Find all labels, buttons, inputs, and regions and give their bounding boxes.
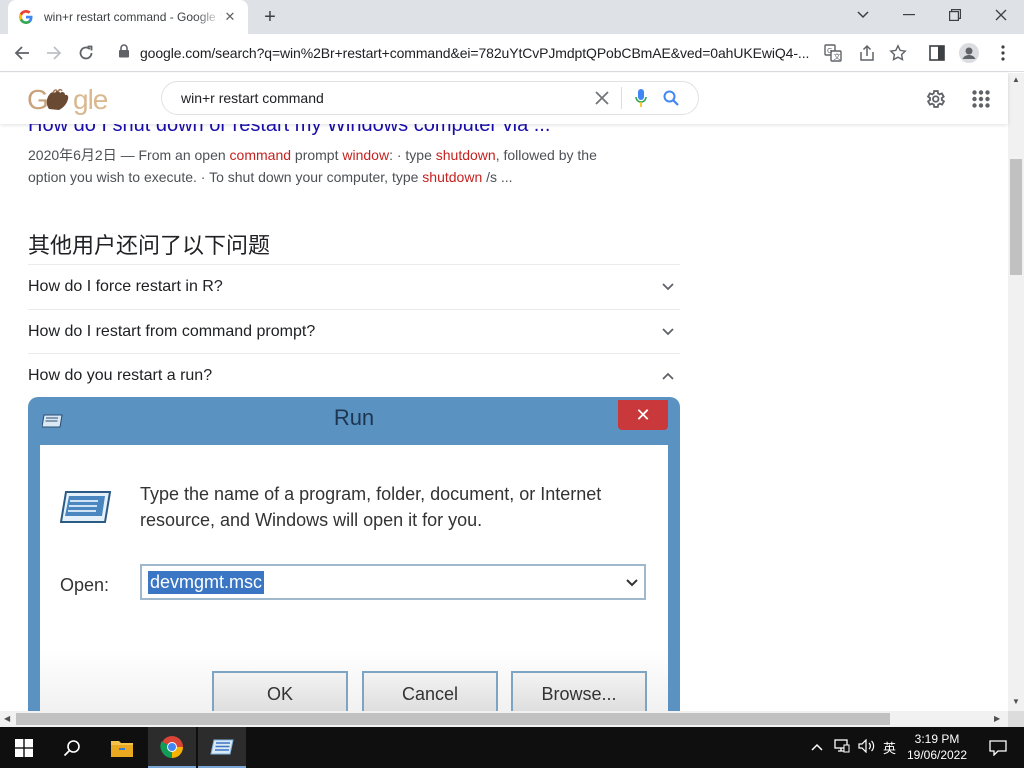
paa-question[interactable]: How do I restart from command prompt? [28, 309, 680, 353]
close-window-icon[interactable] [978, 0, 1024, 30]
clear-search-icon[interactable] [587, 83, 617, 113]
run-browse-button: Browse... [511, 671, 647, 711]
google-apps-grid-icon[interactable] [968, 86, 994, 112]
run-dialog-title: Run [333, 405, 375, 430]
tab-title: win+r restart command - Google Search [44, 10, 222, 24]
reload-icon[interactable] [73, 40, 99, 66]
paa-question[interactable]: How do I force restart in R? [28, 264, 680, 308]
chrome-menu-icon[interactable] [990, 40, 1016, 66]
lock-icon[interactable] [118, 43, 130, 63]
result-date: 2020年6月2日 [28, 147, 117, 163]
google-favicon-icon [18, 9, 34, 25]
url-text: google.com/search?q=win%2Br+restart+comm… [140, 45, 810, 61]
horizontal-scrollbar[interactable]: ◀ ▶ [0, 711, 1008, 727]
run-dialog-image[interactable]: Run ✕ Type the name of a program, folder… [28, 397, 680, 711]
scroll-right-arrow-icon[interactable]: ▶ [994, 714, 1000, 723]
translate-icon[interactable]: G文 [820, 40, 846, 66]
scrollbar-corner [1008, 711, 1024, 727]
run-dialog-body: Type the name of a program, folder, docu… [40, 445, 668, 711]
volume-icon[interactable] [858, 738, 876, 756]
taskbar-search-icon[interactable] [48, 727, 96, 768]
svg-text:文: 文 [834, 52, 841, 61]
chrome-taskbar-icon[interactable] [148, 727, 196, 768]
snippet-emphasis: shutdown [435, 147, 496, 163]
tab-close-icon[interactable]: ✕ [222, 9, 238, 25]
svg-text:G: G [27, 84, 48, 115]
svg-text:gle: gle [73, 84, 108, 115]
run-description: Type the name of a program, folder, docu… [140, 484, 602, 530]
voice-search-mic-icon[interactable] [626, 83, 656, 113]
restore-icon[interactable] [932, 0, 978, 30]
search-box-divider [621, 87, 622, 109]
minimize-icon[interactable] [886, 0, 932, 30]
combo-dropdown-chevron-icon [626, 574, 638, 592]
chevron-up-icon[interactable] [656, 364, 680, 388]
search-magnifier-icon[interactable] [656, 83, 686, 113]
ime-indicator[interactable]: 英 [883, 738, 896, 757]
tab-strip: win+r restart command - Google Search ✕ … [0, 0, 1024, 34]
forward-arrow-icon[interactable] [41, 40, 67, 66]
windows-taskbar: 英 3:19 PM 19/06/2022 [0, 727, 1024, 768]
run-open-label: Open: [60, 575, 110, 595]
clock-date: 19/06/2022 [906, 748, 968, 762]
snippet-emphasis: command [229, 147, 292, 163]
run-taskbar-icon[interactable] [198, 727, 246, 768]
result-snippet: 2020年6月2日 — From an open command prompt … [28, 144, 628, 188]
file-explorer-icon[interactable] [98, 727, 146, 768]
search-results: How do I shut down or restart my Windows… [0, 124, 1008, 711]
notification-center-icon[interactable] [974, 727, 1022, 768]
snippet-text: — From an open [116, 147, 230, 163]
start-windows-icon[interactable] [0, 727, 48, 768]
vertical-scroll-thumb[interactable] [1010, 159, 1022, 275]
run-ok-button: OK [212, 671, 348, 711]
snippet-emphasis: shutdown [422, 169, 483, 185]
google-search-box[interactable]: win+r restart command [161, 81, 699, 115]
svg-text:G: G [827, 47, 832, 55]
people-also-ask-heading: 其他用户还问了以下问题 [28, 233, 271, 258]
snippet-text: : · type [389, 147, 436, 163]
share-icon[interactable] [854, 40, 880, 66]
scroll-left-arrow-icon[interactable]: ◀ [4, 714, 10, 723]
snippet-emphasis: window [342, 147, 390, 163]
tray-expand-chevron-icon[interactable] [811, 739, 823, 754]
clock-time: 3:19 PM [914, 732, 960, 746]
profile-avatar-icon[interactable] [956, 40, 982, 66]
paa-question-expanded[interactable]: How do you restart a run? [28, 353, 680, 397]
side-panel-icon[interactable] [924, 40, 950, 66]
address-bar[interactable]: google.com/search?q=win%2Br+restart+comm… [108, 38, 828, 68]
run-open-combobox: devmgmt.msc [140, 564, 646, 600]
scroll-down-arrow-icon[interactable]: ▼ [1012, 697, 1020, 706]
paa-question-text: How do I force restart in R? [28, 277, 223, 295]
horizontal-scroll-thumb[interactable] [16, 713, 890, 725]
snippet-text: /s ... [482, 169, 513, 185]
chevron-down-icon[interactable] [656, 320, 680, 344]
chevron-down-icon[interactable] [656, 275, 680, 299]
back-arrow-icon[interactable] [9, 40, 35, 66]
vertical-scrollbar[interactable]: ▲ ▼ [1008, 73, 1024, 711]
taskbar-clock[interactable]: 3:19 PM 19/06/2022 [902, 731, 972, 763]
result-title-link[interactable]: How do I shut down or restart my Windows… [28, 124, 550, 137]
network-icon[interactable] [834, 739, 850, 756]
tab-search-chevron-icon[interactable] [840, 0, 886, 30]
bookmark-star-icon[interactable] [885, 40, 911, 66]
settings-gear-icon[interactable] [922, 86, 948, 112]
snippet-text: prompt [291, 147, 343, 163]
run-open-value: devmgmt.msc [148, 570, 265, 594]
search-query-input[interactable]: win+r restart command [181, 90, 587, 106]
run-cancel-button: Cancel [362, 671, 498, 711]
scroll-up-arrow-icon[interactable]: ▲ [1012, 75, 1020, 84]
paa-question-text: How do I restart from command prompt? [28, 322, 316, 340]
paa-question-text: How do you restart a run? [28, 366, 213, 384]
google-header: G gle win+r restart command [0, 73, 1008, 124]
google-doodle-logo[interactable]: G gle [27, 83, 119, 124]
run-program-icon [59, 489, 112, 525]
new-tab-icon[interactable]: + [258, 5, 282, 29]
browser-toolbar: google.com/search?q=win%2Br+restart+comm… [0, 34, 1024, 72]
browser-tab[interactable]: win+r restart command - Google Search ✕ [8, 0, 248, 34]
run-close-icon: ✕ [618, 400, 668, 430]
